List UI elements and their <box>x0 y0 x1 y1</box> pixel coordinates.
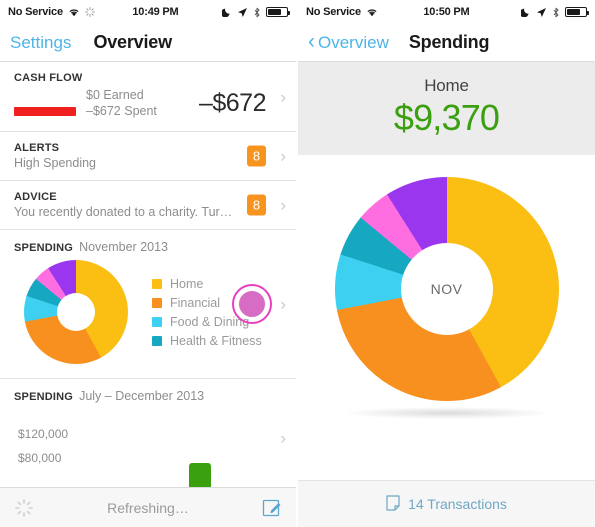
cash-flow-amount: –$672 <box>198 88 267 117</box>
clock-label: 10:50 PM <box>423 6 470 18</box>
wifi-icon <box>366 7 378 17</box>
chevron-right-icon: › <box>280 87 286 106</box>
bluetooth-icon <box>552 7 560 18</box>
cash-flow-bars: $0 Earned –$672 Spent <box>14 87 166 119</box>
legend-label: Financial <box>170 295 221 310</box>
spending-range-header: SPENDING July – December 2013 <box>14 389 270 403</box>
location-arrow-icon <box>237 7 248 18</box>
status-bar-left: No Service 10:49 PM <box>0 0 296 24</box>
cash-flow-spent-line: –$672 Spent <box>14 103 166 119</box>
spending-donut-chart-small[interactable] <box>24 260 128 364</box>
chevron-right-icon: › <box>280 428 286 448</box>
moon-icon <box>220 7 232 18</box>
page-title: Spending <box>408 32 490 52</box>
advice-subtitle: You recently donated to a charity. Tur… <box>14 205 233 219</box>
cash-flow-earned-line: $0 Earned <box>14 87 166 103</box>
note-icon <box>386 494 400 514</box>
earned-label: $0 Earned <box>86 88 144 102</box>
spent-bar <box>14 106 76 116</box>
donut-shadow <box>343 407 550 419</box>
category-indicator-dot[interactable] <box>232 284 272 324</box>
carrier-label: No Service <box>8 6 63 18</box>
status-bar-left-group: No Service <box>8 6 95 18</box>
legend-swatch <box>152 335 162 346</box>
page-title: Overview <box>93 32 172 52</box>
cash-flow-title: CASH FLOW <box>14 72 83 84</box>
chevron-right-icon: › <box>280 195 286 215</box>
chevron-left-icon: ‹ <box>308 30 315 53</box>
legend-label: Health & Fitness <box>170 333 262 348</box>
transactions-label: 14 Transactions <box>408 496 507 512</box>
back-button-overview[interactable]: ‹ Overview <box>298 30 389 53</box>
carrier-label: No Service <box>306 6 361 18</box>
clock-label: 10:49 PM <box>132 6 179 18</box>
status-bar-right-group <box>519 7 589 18</box>
wifi-icon <box>68 7 80 17</box>
chevron-right-icon: › <box>280 294 286 314</box>
spending-range-title: SPENDING <box>14 391 74 403</box>
spending-donut-chart-large[interactable]: NOV <box>334 177 559 401</box>
legend-swatch <box>152 316 162 327</box>
battery-icon <box>266 7 290 17</box>
bottom-toolbar: Refreshing… <box>0 487 296 527</box>
refresh-spinner-icon <box>14 498 34 518</box>
location-arrow-icon <box>536 7 547 18</box>
refresh-status-label: Refreshing… <box>107 499 189 516</box>
phone-spending-screen: No Service 10:50 PM ‹ Overview Spending … <box>297 0 595 527</box>
back-button-settings[interactable]: Settings <box>0 33 71 53</box>
alerts-title: ALERTS <box>14 142 60 154</box>
legend-item: Health & Fitness <box>152 334 262 348</box>
row-spending-month[interactable]: SPENDING November 2013 Home Financial Food… <box>0 230 296 379</box>
advice-badge: 8 <box>247 194 266 216</box>
alerts-badge: 8 <box>247 145 266 167</box>
navigation-bar-left: Settings Overview <box>0 24 296 62</box>
back-label: Overview <box>318 32 389 52</box>
spending-bar-chart[interactable]: $120,000 $80,000 <box>14 411 270 487</box>
spending-range-period: July – December 2013 <box>79 389 205 403</box>
spending-month-body: Home Financial Food & Dining Health & Fitne… <box>14 260 270 368</box>
battery-icon <box>565 7 589 17</box>
legend-swatch <box>152 297 162 308</box>
bar-nov <box>189 463 211 487</box>
spending-chart-area: NOV <box>298 155 595 475</box>
moon-icon <box>519 7 531 18</box>
summary-category-label: Home <box>424 76 469 95</box>
status-bar-right-group <box>220 7 290 18</box>
row-spending-range[interactable]: SPENDING July – December 2013 $120,000 $… <box>0 379 296 498</box>
legend-swatch <box>152 278 162 289</box>
row-advice[interactable]: ADVICE You recently donated to a charity… <box>0 181 296 230</box>
advice-title: ADVICE <box>14 191 57 203</box>
spending-month-period: November 2013 <box>79 240 169 254</box>
chevron-right-icon: › <box>280 146 286 166</box>
back-label: Settings <box>10 32 72 52</box>
status-bar-right: No Service 10:50 PM <box>298 0 595 24</box>
bluetooth-icon <box>253 7 261 18</box>
spent-bar-wrap <box>14 106 80 116</box>
status-bar-left-group: No Service <box>306 6 378 18</box>
screenshot-root: No Service 10:49 PM Settings Overview CA… <box>0 0 595 527</box>
earned-bar-wrap <box>14 91 80 100</box>
row-cash-flow[interactable]: CASH FLOW $0 Earned –$672 Spent –$672 › <box>0 62 296 132</box>
compose-icon[interactable] <box>262 498 282 518</box>
summary-amount: $9,370 <box>393 97 500 138</box>
spending-summary-header: Home $9,370 <box>298 62 595 166</box>
donut-hole <box>57 293 95 331</box>
y-axis-tick-1: $80,000 <box>18 451 62 465</box>
donut-center-label: NOV <box>400 243 493 335</box>
transactions-button[interactable]: 14 Transactions <box>298 480 595 527</box>
spending-month-title: SPENDING <box>14 242 74 254</box>
y-axis-tick-0: $120,000 <box>18 427 69 441</box>
spent-label: –$672 Spent <box>86 104 157 118</box>
spending-month-header: SPENDING November 2013 <box>14 240 270 254</box>
cash-flow-body: $0 Earned –$672 Spent –$672 <box>14 87 270 119</box>
legend-label: Home <box>170 276 204 291</box>
navigation-bar-right: ‹ Overview Spending <box>298 24 595 62</box>
row-alerts[interactable]: ALERTS High Spending 8 › <box>0 132 296 181</box>
alerts-subtitle: High Spending <box>14 156 97 170</box>
activity-spinner-icon <box>84 7 95 17</box>
phone-overview-screen: No Service 10:49 PM Settings Overview CA… <box>0 0 296 527</box>
